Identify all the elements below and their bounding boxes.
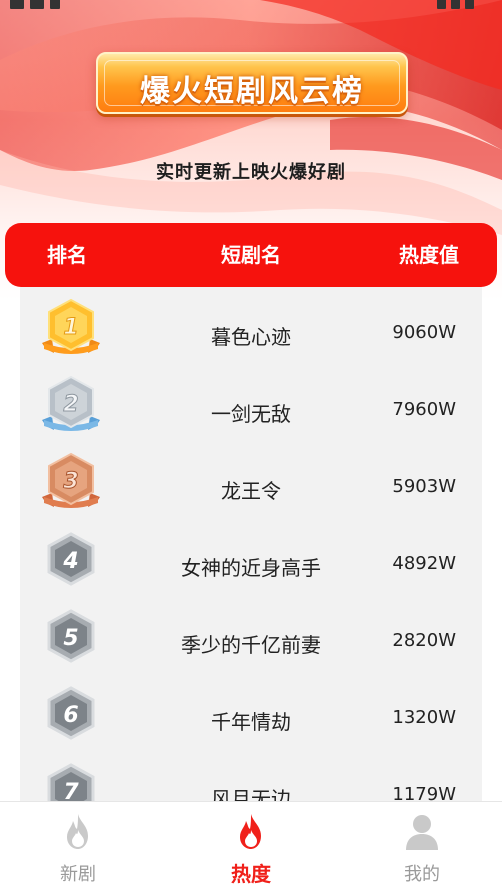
ranking-row[interactable]: 6 千年情劫 1320W [20, 680, 482, 757]
ranking-list: 1 暮色心迹 9060W 2 一剑无敌 7960W 3 龙王令 5903W 4 … [20, 287, 482, 802]
ranking-row[interactable]: 3 龙王令 5903W [20, 449, 482, 526]
ranking-row[interactable]: 7 风月无边 1179W [20, 757, 482, 802]
heat-value: 4892W [392, 553, 456, 574]
ranking-row[interactable]: 1 暮色心迹 9060W [20, 295, 482, 372]
tab-heat[interactable]: 热度 [201, 802, 301, 885]
bottom-tab-bar: 新剧 热度 我的 [0, 801, 502, 885]
tab-label: 热度 [231, 862, 271, 885]
heat-value: 5903W [392, 476, 456, 497]
status-bar-icons [432, 0, 488, 9]
ranking-row[interactable]: 2 一剑无敌 7960W [20, 372, 482, 449]
heat-value: 2820W [392, 630, 456, 651]
heat-value: 7960W [392, 399, 456, 420]
tab-new-dramas[interactable]: 新剧 [28, 802, 128, 885]
tab-mine[interactable]: 我的 [372, 802, 472, 885]
user-icon [406, 815, 438, 850]
column-header-heat: 热度值 [399, 243, 459, 267]
flame-icon [240, 814, 261, 849]
ranking-row[interactable]: 5 季少的千亿前妻 2820W [20, 603, 482, 680]
page-subtitle: 实时更新上映火爆好剧 [156, 162, 346, 183]
heat-value: 9060W [392, 322, 456, 343]
title-plaque: 爆火短剧风云榜 [96, 52, 408, 114]
ranking-row[interactable]: 4 女神的近身高手 4892W [20, 526, 482, 603]
status-bar-left [10, 0, 80, 9]
heat-value: 1320W [392, 707, 456, 728]
tab-label: 我的 [404, 864, 440, 885]
heat-value: 1179W [392, 784, 456, 802]
flame-outline-icon [67, 814, 88, 849]
ranking-table-header: 排名 短剧名 热度值 [5, 223, 497, 287]
page-title: 爆火短剧风云榜 [140, 74, 364, 109]
tab-label: 新剧 [60, 864, 96, 885]
